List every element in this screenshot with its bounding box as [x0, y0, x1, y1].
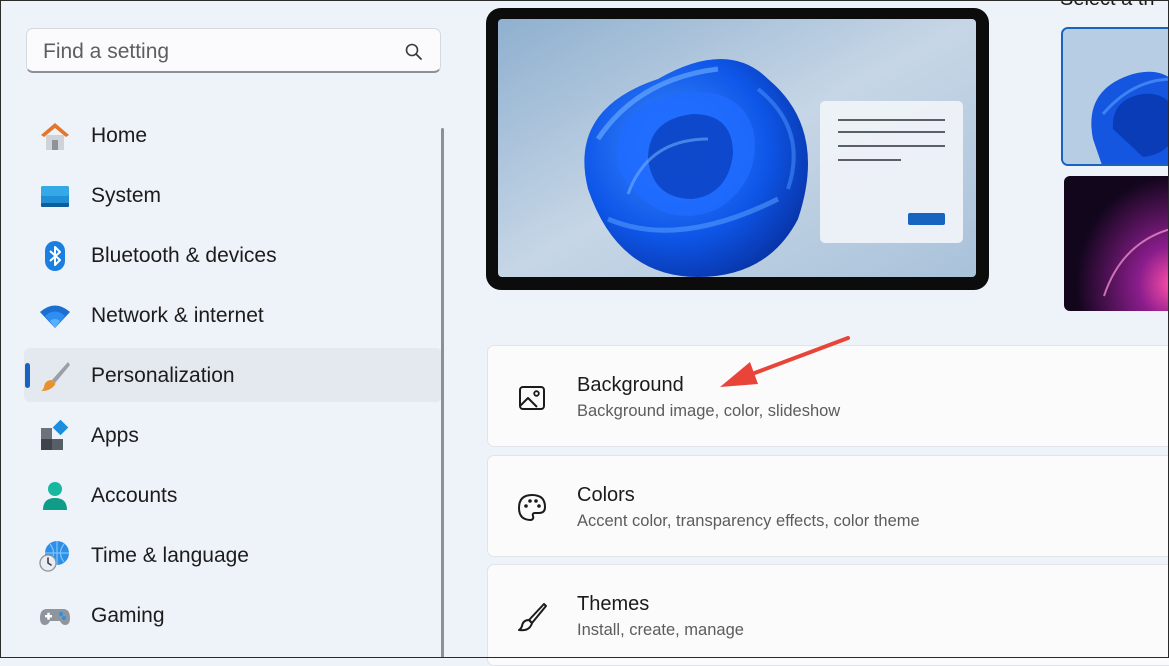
home-icon	[41, 123, 69, 150]
theme-thumbnail-windows-dark[interactable]	[1064, 176, 1169, 311]
sidebar-scrollbar[interactable]	[441, 128, 444, 658]
search-icon[interactable]	[404, 42, 424, 62]
wifi-icon	[40, 305, 70, 328]
theme-section-heading: Select a th	[1060, 0, 1155, 11]
colors-setting-card[interactable]: Colors Accent color, transparency effect…	[487, 455, 1169, 557]
sidebar-item-label: Accounts	[91, 484, 178, 507]
theme-thumbnail-glow-image	[1064, 176, 1169, 311]
sidebar-item-label: System	[91, 184, 162, 207]
sidebar-item-home[interactable]: Home	[24, 108, 442, 162]
sidebar-item-label: Home	[91, 124, 148, 147]
sidebar-item-personalization[interactable]: Personalization	[24, 348, 442, 402]
themes-setting-card[interactable]: Themes Install, create, manage	[487, 564, 1169, 666]
sidebar-item-system[interactable]: System	[24, 168, 442, 222]
card-title: Colors	[577, 484, 635, 506]
selected-indicator	[25, 363, 30, 388]
card-subtitle: Install, create, manage	[577, 621, 744, 639]
card-title: Background	[577, 374, 684, 396]
gamepad-icon	[40, 609, 70, 625]
apps-icon	[41, 420, 69, 450]
card-subtitle: Accent color, transparency effects, colo…	[577, 512, 920, 530]
person-icon	[43, 482, 67, 510]
sidebar-item-network[interactable]: Network & internet	[24, 288, 442, 342]
theme-thumbnail-bloom-image	[1063, 29, 1169, 164]
theme-preview	[486, 8, 989, 290]
background-setting-card[interactable]: Background Background image, color, slid…	[487, 345, 1169, 447]
bluetooth-icon	[45, 241, 65, 271]
sidebar-item-label: Apps	[91, 424, 139, 447]
paintbrush-icon	[41, 362, 70, 391]
sidebar-item-label: Network & internet	[91, 304, 264, 327]
sidebar-item-label: Time & language	[91, 544, 249, 567]
sidebar-item-time-language[interactable]: Time & language	[24, 528, 442, 582]
sidebar-item-label: Personalization	[91, 364, 235, 387]
sidebar-nav: Home System Bluetooth & devices Network …	[24, 108, 442, 648]
sidebar-item-bluetooth[interactable]: Bluetooth & devices	[24, 228, 442, 282]
sidebar-item-label: Bluetooth & devices	[91, 244, 277, 267]
brush-icon	[518, 603, 547, 632]
system-icon	[41, 186, 69, 207]
search-placeholder: Find a setting	[43, 40, 170, 63]
search-input[interactable]: Find a setting	[26, 28, 441, 73]
sidebar-item-accounts[interactable]: Accounts	[24, 468, 442, 522]
wallpaper-bloom-image	[498, 19, 976, 277]
card-subtitle: Background image, color, slideshow	[577, 402, 841, 420]
card-title: Themes	[577, 593, 650, 615]
sidebar-item-apps[interactable]: Apps	[24, 408, 442, 462]
image-icon	[519, 386, 545, 410]
preview-window	[820, 101, 963, 243]
palette-icon	[518, 494, 546, 521]
theme-thumbnail-windows-light[interactable]	[1061, 27, 1169, 166]
sidebar-item-label: Gaming	[91, 604, 165, 627]
globe-clock-icon	[39, 541, 69, 572]
sidebar-item-gaming[interactable]: Gaming	[24, 588, 442, 642]
